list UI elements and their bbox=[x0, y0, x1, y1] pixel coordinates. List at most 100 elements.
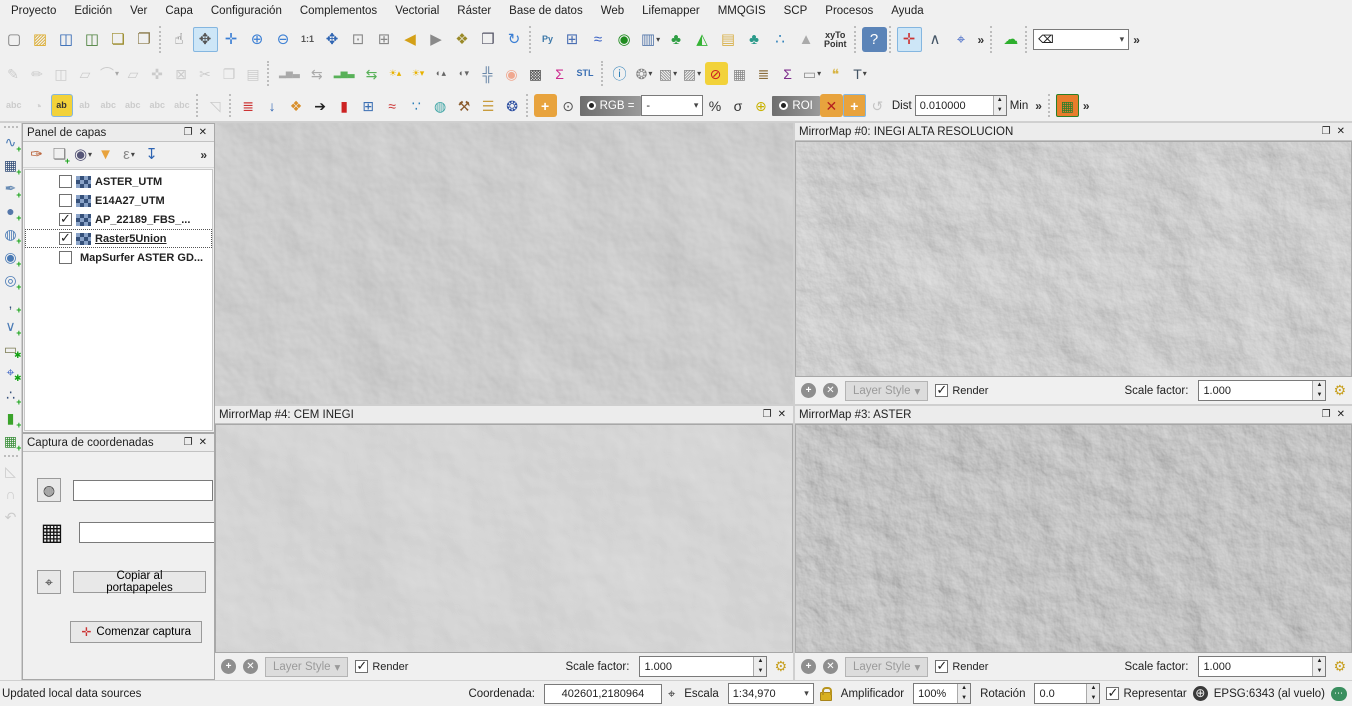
expand-collapse-icon[interactable]: ↧ bbox=[141, 144, 163, 166]
scatter-plot-icon[interactable]: ∵ bbox=[405, 94, 428, 117]
add-delimited-text-icon[interactable]: , + bbox=[1, 293, 21, 315]
step-up-icon[interactable]: ▲ bbox=[754, 657, 767, 667]
image-writer-icon[interactable]: ▥ ▾ bbox=[638, 27, 663, 52]
scale-factor-spinbox[interactable]: 1.000 ▲ ▼ bbox=[639, 656, 768, 677]
zoom-out-icon[interactable]: ⊖ bbox=[271, 27, 296, 52]
remove-layer-circle-button[interactable]: ✕ bbox=[823, 659, 838, 674]
band-set-icon[interactable]: ≣ bbox=[237, 94, 260, 117]
toolbar-overflow-button[interactable]: » bbox=[1031, 99, 1046, 113]
wrench-icon[interactable]: ⚙ bbox=[1333, 658, 1346, 675]
label-properties-icon[interactable]: abc bbox=[170, 94, 194, 117]
layer-checkbox[interactable] bbox=[59, 251, 72, 264]
band-calc-icon[interactable]: ⊞ bbox=[357, 94, 380, 117]
label-show-hide-icon[interactable]: abc bbox=[97, 94, 121, 117]
float-panel-icon[interactable]: ❐ bbox=[760, 409, 775, 420]
layer-style-dropdown[interactable]: Layer Style ▾ bbox=[845, 656, 929, 677]
stepper[interactable]: ▲ ▼ bbox=[992, 96, 1006, 115]
menu-item[interactable]: Ver bbox=[121, 2, 156, 20]
menu-item[interactable]: Complementos bbox=[291, 2, 386, 20]
close-panel-icon[interactable]: ✕ bbox=[196, 127, 210, 138]
menu-item[interactable]: MMQGIS bbox=[709, 2, 775, 20]
roi-undo-icon[interactable]: ↺ bbox=[866, 94, 889, 117]
run-action-icon[interactable]: ❂ ▾ bbox=[633, 62, 656, 85]
toolbar-overflow-button[interactable]: » bbox=[974, 33, 989, 47]
toggle-editing-icon[interactable]: ✏ bbox=[26, 62, 49, 85]
stepper[interactable]: ▲ ▼ bbox=[753, 657, 767, 676]
step-up-icon[interactable]: ▲ bbox=[958, 684, 971, 694]
cluster-icon[interactable]: ❖ bbox=[285, 94, 308, 117]
stepper[interactable]: ▲ ▼ bbox=[1312, 381, 1326, 400]
add-group-icon[interactable]: ❏ + bbox=[49, 144, 71, 166]
histogram-local-icon[interactable]: ▂▅▃ bbox=[330, 62, 360, 85]
new-project-icon[interactable]: ▢ bbox=[2, 27, 27, 52]
label-highlight-icon[interactable]: ab bbox=[50, 94, 73, 117]
zoom-to-layer-icon[interactable]: ⊞ bbox=[372, 27, 397, 52]
dem-sun-icon[interactable]: ◭ bbox=[690, 27, 715, 52]
add-wfs-layer-icon[interactable]: ◎+▾ bbox=[1, 270, 21, 293]
gps-tools-icon[interactable]: ⌖ ✱ bbox=[1, 362, 21, 384]
layer-checkbox[interactable] bbox=[59, 194, 72, 207]
add-mssql-layer-icon[interactable]: ▮ + bbox=[1, 408, 21, 431]
copy-to-clipboard-button[interactable]: Copiar al portapapeles bbox=[73, 570, 206, 594]
attribute-table-icon[interactable]: ▦ bbox=[729, 62, 752, 85]
step-up-icon[interactable]: ▲ bbox=[1087, 684, 1100, 694]
crs-coordinate-field[interactable] bbox=[73, 479, 213, 501]
wrench-icon[interactable]: ⚙ bbox=[1333, 382, 1346, 399]
remove-layer-circle-button[interactable]: ✕ bbox=[243, 659, 258, 674]
grid-calc-icon[interactable]: ⊞ bbox=[560, 27, 585, 52]
coordinate-value-field[interactable]: 402601,2180964 bbox=[543, 683, 662, 704]
cloud-icon[interactable]: ☁ bbox=[998, 27, 1023, 52]
expression-filter-icon[interactable]: ε ▾ bbox=[118, 144, 140, 166]
histogram-local-stretch-icon[interactable]: ⇆ bbox=[361, 62, 384, 85]
menu-item[interactable]: Web bbox=[592, 2, 633, 20]
toolbar-overflow-button[interactable]: » bbox=[1079, 99, 1094, 113]
add-layer-circle-button[interactable]: + bbox=[801, 383, 816, 398]
add-chip-layer-icon[interactable]: ▭✱▾ bbox=[1, 339, 21, 361]
label-abc-icon[interactable]: abc bbox=[2, 94, 26, 117]
leaf-icon[interactable]: ♣ bbox=[664, 27, 689, 52]
stepper[interactable]: ▲ ▼ bbox=[957, 684, 971, 703]
backspace-icon[interactable]: ⌫ bbox=[1038, 33, 1054, 46]
select-features-icon[interactable]: ▧ ▾ bbox=[657, 62, 680, 85]
help-icon[interactable]: ? bbox=[861, 27, 887, 52]
crs-globe-button[interactable]: ◍ bbox=[37, 478, 61, 503]
mountain-icon[interactable]: ▲ bbox=[794, 27, 819, 52]
maptips-icon[interactable]: ❝ bbox=[825, 62, 848, 85]
stepper[interactable]: ▲ ▼ bbox=[1086, 684, 1100, 703]
show-bookmarks-icon[interactable]: ❒ bbox=[476, 27, 501, 52]
menu-item[interactable]: Ayuda bbox=[882, 2, 932, 20]
layer-checkbox[interactable] bbox=[59, 211, 72, 227]
toolbar-overflow-button[interactable]: » bbox=[1129, 33, 1144, 47]
identify-icon[interactable]: ⓘ bbox=[609, 62, 632, 85]
abacus-icon[interactable]: ≣ bbox=[753, 62, 776, 85]
add-vector-layer-icon[interactable]: ∿ + bbox=[1, 132, 21, 155]
globe-leaf-icon[interactable]: ♣ bbox=[742, 27, 767, 52]
zoom-next-icon[interactable]: ▶ bbox=[424, 27, 449, 52]
callout-icon[interactable]: ◹ bbox=[204, 94, 227, 117]
save-project-icon[interactable]: ◫ bbox=[54, 27, 79, 52]
mirrormap-3-canvas[interactable] bbox=[795, 424, 1352, 653]
scale-combobox[interactable]: 1:34,970 ▾ bbox=[727, 683, 814, 704]
input-arrow-icon[interactable]: ➔ bbox=[309, 94, 332, 117]
pansharpen-icon[interactable]: ▩ bbox=[525, 62, 548, 85]
vertex-edit-icon[interactable]: ✜ bbox=[146, 62, 169, 85]
osgeo-wave-icon[interactable]: ≈ bbox=[586, 27, 611, 52]
scale-factor-spinbox[interactable]: 1.000 ▲ ▼ bbox=[1198, 380, 1327, 401]
move-feature-icon[interactable]: ▱ bbox=[122, 62, 145, 85]
float-panel-icon[interactable]: ❐ bbox=[181, 437, 196, 448]
layer-row[interactable]: AP_22189_FBS_... bbox=[25, 210, 212, 229]
label-rotate-icon[interactable]: abc bbox=[146, 94, 170, 117]
stl-icon[interactable]: STL bbox=[573, 62, 599, 85]
layer-row[interactable]: E14A27_UTM bbox=[25, 191, 212, 210]
render-checkbox[interactable] bbox=[935, 382, 949, 398]
scale-factor-spinbox[interactable]: 1.000 ▲ ▼ bbox=[1198, 656, 1327, 677]
deselect-icon[interactable]: ▨ ▾ bbox=[681, 62, 704, 85]
settings-gear-icon[interactable]: ❂ bbox=[501, 94, 524, 117]
messages-icon[interactable]: ⋯ bbox=[1331, 686, 1347, 701]
zoom-to-selection-icon[interactable]: ⊡ bbox=[346, 27, 371, 52]
crs-globe-icon[interactable]: ⊕ bbox=[1192, 686, 1208, 701]
step-down-icon[interactable]: ▼ bbox=[1087, 693, 1100, 703]
save-project-as-icon[interactable]: ◫ bbox=[80, 27, 105, 52]
roi-zoom-icon[interactable]: ⊕ bbox=[749, 94, 772, 117]
layer-checkbox[interactable] bbox=[59, 230, 72, 246]
